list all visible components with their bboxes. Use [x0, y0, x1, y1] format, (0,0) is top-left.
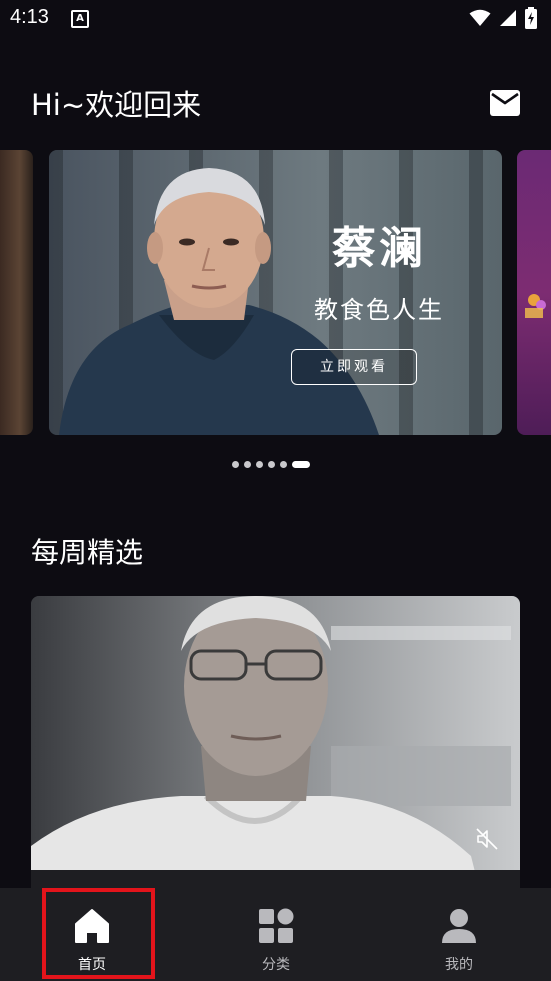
status-time: 4:13: [10, 6, 49, 28]
a-notification-icon: A: [71, 10, 89, 28]
carousel-next-banner[interactable]: [517, 150, 551, 435]
carousel-dot[interactable]: [280, 461, 287, 468]
greeting-title: Hi~欢迎回来: [31, 88, 202, 122]
weekly-video-card[interactable]: [31, 596, 520, 896]
wifi-icon: [469, 9, 491, 26]
carousel-prev-banner[interactable]: [0, 150, 33, 435]
user-icon: [442, 909, 476, 943]
status-bar: 4:13 A: [0, 0, 551, 40]
weekly-section-title: 每周精选: [31, 536, 144, 569]
carousel-indicator: [232, 461, 310, 468]
cellular-signal-icon: [500, 10, 516, 26]
bottom-navigation: 首页 分类 我的: [0, 888, 551, 981]
carousel-dot[interactable]: [244, 461, 251, 468]
carousel-dot-active[interactable]: [292, 461, 310, 468]
carousel-dot[interactable]: [256, 461, 263, 468]
carousel-dot[interactable]: [268, 461, 275, 468]
weekly-video-thumbnail: [31, 596, 520, 896]
banner-title: 蔡澜: [332, 223, 426, 274]
battery-charging-icon: [525, 7, 537, 29]
nav-item-category[interactable]: 分类: [221, 888, 331, 981]
watch-now-button[interactable]: 立即观看: [291, 349, 417, 385]
status-icons: [469, 7, 537, 29]
nav-label-category: 分类: [262, 957, 290, 973]
nav-label-profile: 我的: [445, 957, 473, 973]
carousel-banner[interactable]: 蔡澜 教食色人生 立即观看: [49, 150, 502, 435]
mail-icon[interactable]: [490, 90, 520, 116]
banner-subtitle: 教食色人生: [314, 296, 444, 324]
volume-muted-icon[interactable]: [475, 827, 499, 851]
home-icon: [75, 909, 109, 943]
app-screen: 4:13 A Hi~欢迎回来 蔡澜 教食色人生 立即观看 每周精选 首页 分类 …: [0, 0, 551, 981]
nav-item-home[interactable]: 首页: [37, 888, 147, 981]
next-banner-artwork: [525, 294, 546, 318]
nav-label-home: 首页: [78, 957, 106, 973]
carousel-dot[interactable]: [232, 461, 239, 468]
nav-item-profile[interactable]: 我的: [404, 888, 514, 981]
category-grid-icon: [259, 908, 294, 943]
